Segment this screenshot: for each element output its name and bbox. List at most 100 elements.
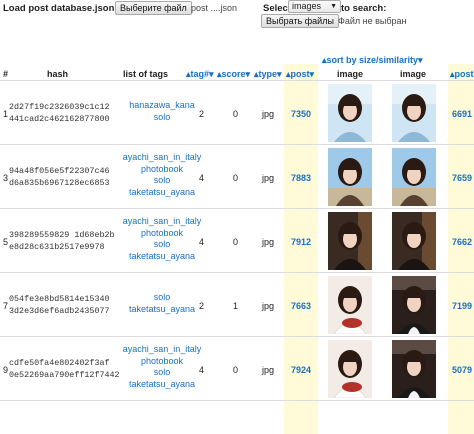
tag-link[interactable]: taketatsu_ayana bbox=[129, 187, 195, 197]
row-hash: 94a48f056e5f22307c46 d6a835b6967128ec685… bbox=[9, 165, 110, 189]
row-number: 3 bbox=[3, 173, 9, 183]
row-hash-line-1: cdfe50fa4e802402f3af bbox=[9, 358, 110, 368]
sort-by-size-similarity-header[interactable]: ▴sort by size/similarity▾ bbox=[322, 55, 423, 66]
row-image-2[interactable] bbox=[392, 276, 436, 334]
row-hash: 054fe3e8bd5814e15340 3d2e3d6ef6adb243507… bbox=[9, 293, 110, 317]
row-tag-list: ayachi_san_in_italy photobook solo taketats… bbox=[112, 216, 212, 262]
tag-link[interactable]: solo bbox=[154, 367, 171, 377]
chosen-file-name: post ....json bbox=[191, 3, 238, 13]
row-post2-link[interactable]: 7659 bbox=[452, 173, 472, 183]
search-type-value: images bbox=[292, 1, 322, 11]
header-post-2[interactable]: ▴post bbox=[450, 69, 474, 80]
row-number: 5 bbox=[3, 237, 9, 247]
row-type: jpg bbox=[262, 173, 275, 183]
table-row: 1 2d27f19c2326039c1c12 441cad2c462162877… bbox=[0, 81, 474, 145]
tag-link[interactable]: hanazawa_kana bbox=[129, 100, 195, 110]
row-score: 0 bbox=[233, 365, 239, 375]
load-database-label: Load post database.json: bbox=[3, 3, 118, 14]
row-post-link[interactable]: 7912 bbox=[291, 237, 311, 247]
tag-link[interactable]: solo bbox=[154, 175, 171, 185]
row-hash-line-1: 2d27f19c2326039c1c12 bbox=[9, 102, 110, 112]
row-image-2[interactable] bbox=[392, 84, 436, 142]
row-image-2[interactable] bbox=[392, 212, 436, 270]
search-type-select[interactable]: images ▼ bbox=[288, 0, 341, 13]
row-post2-link[interactable]: 6691 bbox=[452, 109, 472, 119]
select-label: Select bbox=[263, 3, 291, 14]
row-post-link[interactable]: 7663 bbox=[291, 301, 311, 311]
tag-link[interactable]: taketatsu_ayana bbox=[129, 251, 195, 261]
row-hash: 2d27f19c2326039c1c12 441cad2c46216287780… bbox=[9, 101, 110, 125]
row-number: 7 bbox=[3, 301, 9, 311]
divider bbox=[0, 400, 474, 401]
tag-link[interactable]: ayachi_san_in_italy bbox=[123, 344, 202, 354]
row-image-2[interactable] bbox=[392, 148, 436, 206]
row-type: jpg bbox=[262, 301, 275, 311]
row-post-link[interactable]: 7924 bbox=[291, 365, 311, 375]
choose-files-button[interactable]: Выбрать файлы bbox=[261, 14, 339, 28]
row-image-1[interactable] bbox=[328, 148, 372, 206]
table-row: 3 94a48f056e5f22307c46 d6a835b6967128ec6… bbox=[0, 145, 474, 209]
row-hash: cdfe50fa4e802402f3af 0e52269aa790eff12f7… bbox=[9, 357, 120, 381]
tag-link[interactable]: ayachi_san_in_italy bbox=[123, 152, 202, 162]
tag-link[interactable]: solo bbox=[154, 112, 171, 122]
row-tag-count: 2 bbox=[199, 109, 205, 119]
tag-link[interactable]: taketatsu_ayana bbox=[129, 304, 195, 314]
row-tag-count: 4 bbox=[199, 365, 205, 375]
row-post2-link[interactable]: 7199 bbox=[452, 301, 472, 311]
row-hash-line-2: 0e52269aa790eff12f7442 bbox=[9, 370, 120, 380]
tag-link[interactable]: photobook bbox=[141, 228, 183, 238]
row-image-1[interactable] bbox=[328, 340, 372, 398]
row-image-1[interactable] bbox=[328, 212, 372, 270]
no-file-chosen-text: Файл не выбран bbox=[338, 16, 407, 26]
row-post-link[interactable]: 7883 bbox=[291, 173, 311, 183]
row-image-1[interactable] bbox=[328, 84, 372, 142]
header-type[interactable]: ▴type▾ bbox=[254, 69, 282, 80]
row-post2-link[interactable]: 7662 bbox=[452, 237, 472, 247]
tag-link[interactable]: taketatsu_ayana bbox=[129, 379, 195, 389]
to-search-label: to search: bbox=[341, 3, 387, 14]
row-tag-list: ayachi_san_in_italy photobook solo taketats… bbox=[112, 152, 212, 198]
tag-link[interactable]: photobook bbox=[141, 164, 183, 174]
row-type: jpg bbox=[262, 109, 275, 119]
header-post[interactable]: ▴post▾ bbox=[286, 69, 314, 80]
header-tags: list of tags bbox=[123, 69, 169, 79]
row-post-link[interactable]: 7350 bbox=[291, 109, 311, 119]
row-type: jpg bbox=[262, 365, 275, 375]
tag-link[interactable]: solo bbox=[154, 239, 171, 249]
row-image-2[interactable] bbox=[392, 340, 436, 398]
tag-link[interactable]: ayachi_san_in_italy bbox=[123, 216, 202, 226]
header-image-1: image bbox=[337, 69, 364, 79]
row-hash: 398289559829 1d68eb2b e8d28c631b2517e997… bbox=[9, 229, 115, 253]
row-number: 9 bbox=[3, 365, 9, 375]
header-num: # bbox=[3, 69, 9, 79]
row-hash-line-2: 441cad2c462162877800 bbox=[9, 114, 110, 124]
row-hash-line-1: 94a48f056e5f22307c46 bbox=[9, 166, 110, 176]
row-score: 0 bbox=[233, 173, 239, 183]
header-score[interactable]: ▴score▾ bbox=[217, 69, 250, 80]
row-score: 0 bbox=[233, 109, 239, 119]
row-tag-list: ayachi_san_in_italy photobook solo taketats… bbox=[112, 344, 212, 390]
row-tag-list: solo taketatsu_ayana bbox=[112, 292, 212, 315]
tag-link[interactable]: photobook bbox=[141, 356, 183, 366]
row-number: 1 bbox=[3, 109, 9, 119]
table-row: 9 cdfe50fa4e802402f3af 0e52269aa790eff12… bbox=[0, 337, 474, 401]
tag-link[interactable]: solo bbox=[154, 292, 171, 302]
row-tag-count: 4 bbox=[199, 237, 205, 247]
header-hash: hash bbox=[47, 69, 69, 79]
row-hash-line-1: 054fe3e8bd5814e15340 bbox=[9, 294, 110, 304]
row-hash-line-2: 3d2e3d6ef6adb2435077 bbox=[9, 306, 110, 316]
top-bar: Load post database.json: Выберите файл p… bbox=[0, 0, 474, 34]
table-row: 7 054fe3e8bd5814e15340 3d2e3d6ef6adb2435… bbox=[0, 273, 474, 337]
row-score: 0 bbox=[233, 237, 239, 247]
header-tag-count[interactable]: ▴tag#▾ bbox=[186, 69, 214, 80]
row-image-1[interactable] bbox=[328, 276, 372, 334]
row-type: jpg bbox=[262, 237, 275, 247]
row-hash-line-1: 398289559829 1d68eb2b bbox=[9, 230, 115, 240]
header-image-2: image bbox=[400, 69, 427, 79]
row-hash-line-2: e8d28c631b2517e9978 bbox=[9, 242, 105, 252]
table-row: 5 398289559829 1d68eb2b e8d28c631b2517e9… bbox=[0, 209, 474, 273]
choose-file-button[interactable]: Выберите файл bbox=[115, 1, 192, 15]
row-tag-count: 4 bbox=[199, 173, 205, 183]
row-post2-link[interactable]: 5079 bbox=[452, 365, 472, 375]
row-hash-line-2: d6a835b6967128ec6853 bbox=[9, 178, 110, 188]
